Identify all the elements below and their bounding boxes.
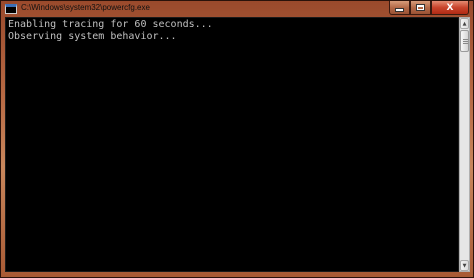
maximize-icon	[416, 4, 425, 11]
console-line: Observing system behavior...	[8, 31, 177, 42]
scroll-up-arrow-icon[interactable]: ▲	[460, 18, 469, 29]
window-title: C:\Windows\system32\powercfg.exe	[21, 3, 150, 12]
maximize-button[interactable]	[410, 1, 431, 15]
close-icon: X	[446, 2, 454, 13]
minimize-button[interactable]	[389, 1, 410, 15]
close-button[interactable]: X	[431, 1, 469, 15]
grip-icon	[463, 39, 468, 40]
window-controls: X	[389, 1, 469, 16]
title-bar[interactable]: C:\Windows\system32\powercfg.exe X	[1, 1, 473, 17]
scrollbar-thumb[interactable]	[460, 30, 469, 52]
console-output[interactable]: Enabling tracing for 60 seconds... Obser…	[5, 17, 459, 272]
console-app-icon[interactable]	[5, 4, 17, 14]
vertical-scrollbar[interactable]: ▲ ▼	[459, 17, 470, 272]
minimize-icon	[395, 8, 404, 12]
console-line: Enabling tracing for 60 seconds...	[8, 19, 213, 30]
scroll-down-arrow-icon[interactable]: ▼	[460, 260, 469, 271]
console-window: C:\Windows\system32\powercfg.exe X Enabl…	[0, 0, 474, 278]
